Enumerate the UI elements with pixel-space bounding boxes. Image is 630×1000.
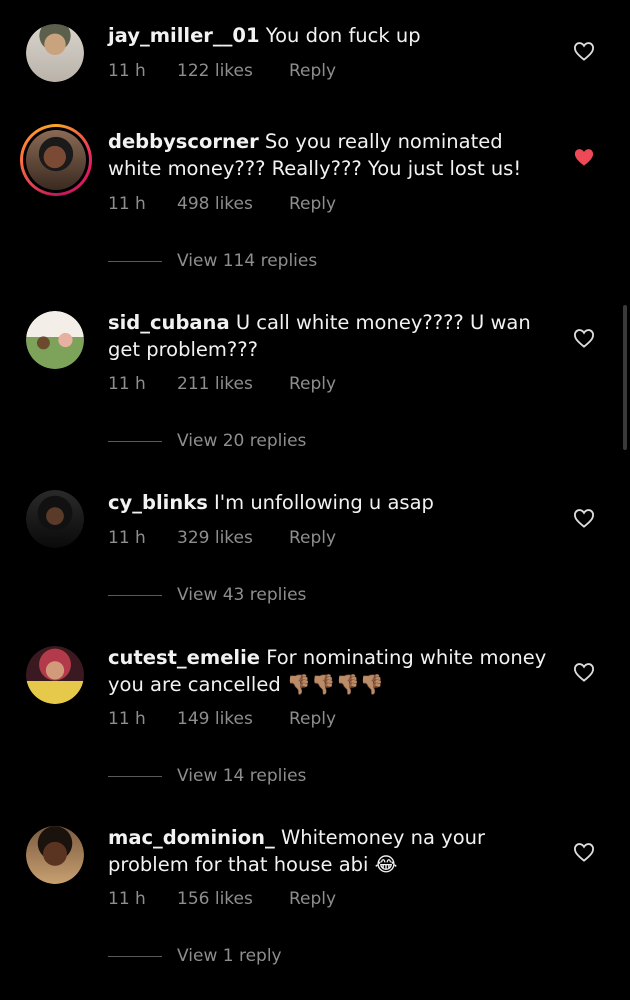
divider <box>108 440 162 442</box>
comment-body: I'm unfollowing u asap <box>214 491 434 514</box>
reply-button[interactable]: Reply <box>289 194 336 214</box>
comment-username[interactable]: mac_dominion_ <box>108 826 275 849</box>
comment-likes[interactable]: 498 likes <box>177 194 289 214</box>
comment-time: 11 h <box>108 194 146 214</box>
comment-text: debbyscorner So you really nominated whi… <box>108 128 558 182</box>
comment-username[interactable]: jay_miller__01 <box>108 24 260 47</box>
heart-filled-icon[interactable] <box>573 147 595 167</box>
reply-button[interactable]: Reply <box>289 374 336 394</box>
comment-username[interactable]: debbyscorner <box>108 130 259 153</box>
scrollbar[interactable] <box>623 305 627 450</box>
avatar[interactable] <box>26 826 84 884</box>
comment-likes[interactable]: 122 likes <box>177 61 289 81</box>
reply-button[interactable]: Reply <box>289 889 336 909</box>
reply-button[interactable]: Reply <box>289 528 336 548</box>
avatar-story-ring[interactable] <box>20 124 92 196</box>
reply-button[interactable]: Reply <box>289 61 336 81</box>
comment-text: cy_blinks I'm unfollowing u asap <box>108 489 558 516</box>
heart-outline-icon[interactable] <box>573 41 595 61</box>
avatar[interactable] <box>26 24 84 82</box>
divider <box>108 594 162 596</box>
comment-likes[interactable]: 211 likes <box>177 374 289 394</box>
comment-likes[interactable]: 149 likes <box>177 709 289 729</box>
comment-username[interactable]: sid_cubana <box>108 311 230 334</box>
comment-meta: 11 h 498 likes Reply <box>108 194 336 214</box>
heart-outline-icon[interactable] <box>573 842 595 862</box>
comment-likes[interactable]: 156 likes <box>177 889 289 909</box>
divider <box>108 955 162 957</box>
divider <box>108 260 162 262</box>
comment-meta: 11 h 149 likes Reply <box>108 709 336 729</box>
comment-meta: 11 h 211 likes Reply <box>108 374 336 394</box>
comment-meta: 11 h 156 likes Reply <box>108 889 336 909</box>
comment-text: mac_dominion_ Whitemoney na your problem… <box>108 824 558 878</box>
comment-body: You don fuck up <box>265 24 421 47</box>
comment-likes[interactable]: 329 likes <box>177 528 289 548</box>
comment-meta: 11 h 122 likes Reply <box>108 61 336 81</box>
comment-username[interactable]: cy_blinks <box>108 491 208 514</box>
view-replies-button[interactable]: View 20 replies <box>108 431 306 451</box>
comment-time: 11 h <box>108 61 146 81</box>
comment-time: 11 h <box>108 889 146 909</box>
view-replies-button[interactable]: View 1 reply <box>108 946 282 966</box>
view-replies-button[interactable]: View 114 replies <box>108 251 317 271</box>
avatar[interactable] <box>26 646 84 704</box>
comment-time: 11 h <box>108 528 146 548</box>
heart-outline-icon[interactable] <box>573 662 595 682</box>
comment-username[interactable]: cutest_emelie <box>108 646 260 669</box>
avatar[interactable] <box>26 490 84 548</box>
reply-button[interactable]: Reply <box>289 709 336 729</box>
view-replies-label: View 43 replies <box>177 585 307 605</box>
view-replies-label: View 14 replies <box>177 766 307 786</box>
view-replies-label: View 1 reply <box>177 946 282 966</box>
avatar[interactable] <box>26 311 84 369</box>
comment-text: jay_miller__01 You don fuck up <box>108 22 558 49</box>
heart-outline-icon[interactable] <box>573 328 595 348</box>
view-replies-label: View 20 replies <box>177 431 307 451</box>
view-replies-button[interactable]: View 43 replies <box>108 585 306 605</box>
view-replies-label: View 114 replies <box>177 251 318 271</box>
comment-text: sid_cubana U call white money???? U wan … <box>108 309 558 363</box>
comment-time: 11 h <box>108 709 146 729</box>
view-replies-button[interactable]: View 14 replies <box>108 766 306 786</box>
comment-time: 11 h <box>108 374 146 394</box>
comment-text: cutest_emelie For nominating white money… <box>108 644 558 698</box>
divider <box>108 775 162 777</box>
heart-outline-icon[interactable] <box>573 508 595 528</box>
comment-meta: 11 h 329 likes Reply <box>108 528 336 548</box>
